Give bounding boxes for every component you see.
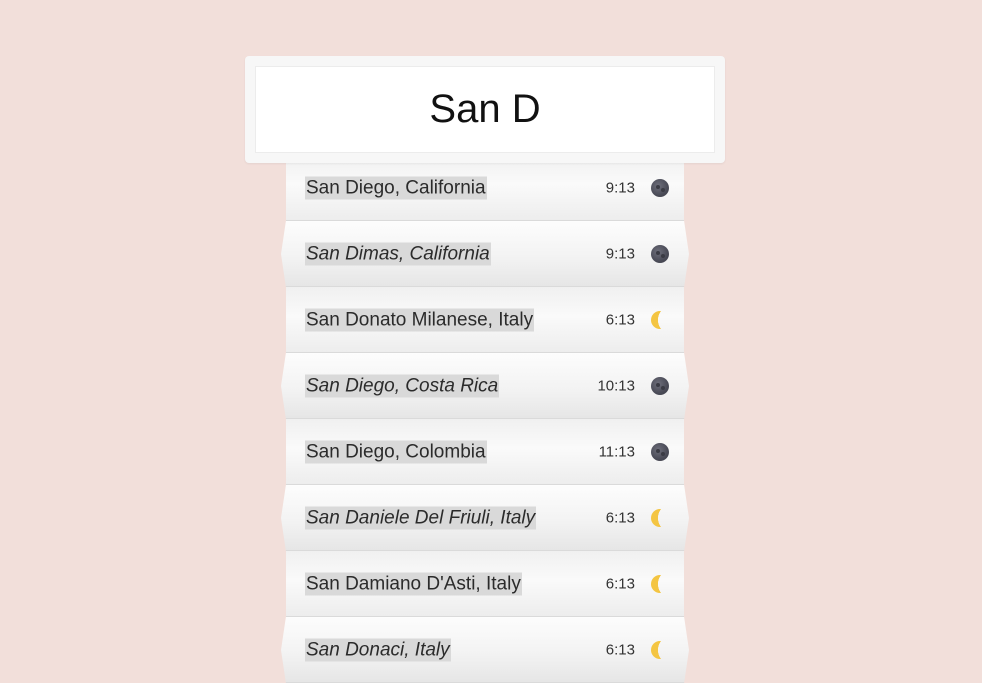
result-city-name: San Dimas, California: [305, 242, 491, 265]
result-local-time: 11:13: [598, 443, 635, 460]
result-row[interactable]: San Donaci, Italy 6:13: [281, 617, 689, 683]
result-city-name: San Donato Milanese, Italy: [305, 308, 535, 331]
result-local-time: 6:13: [605, 575, 635, 592]
result-row[interactable]: San Diego, Costa Rica 10:13: [281, 353, 689, 419]
crescent-moon-icon: [651, 574, 669, 593]
result-row[interactable]: San Donato Milanese, Italy 6:13: [286, 287, 684, 353]
result-city-name: San Damiano D'Asti, Italy: [305, 572, 522, 595]
result-city-name: San Diego, Costa Rica: [305, 374, 500, 397]
result-local-time: 10:13: [597, 377, 635, 394]
result-local-time: 6:13: [605, 641, 635, 658]
result-row[interactable]: San Daniele Del Friuli, Italy 6:13: [281, 485, 689, 551]
result-local-time: 6:13: [605, 509, 635, 526]
result-row[interactable]: San Damiano D'Asti, Italy 6:13: [286, 551, 684, 617]
result-row[interactable]: San Dimas, California 9:13: [281, 221, 689, 287]
result-local-time: 9:13: [605, 245, 635, 262]
city-search-input[interactable]: [255, 66, 715, 153]
new-moon-icon: [651, 442, 669, 461]
crescent-moon-icon: [651, 508, 669, 527]
result-local-time: 9:13: [605, 179, 635, 196]
result-row[interactable]: San Diego, Colombia 11:13: [286, 419, 684, 485]
search-box: [245, 56, 725, 163]
result-local-time: 6:13: [605, 311, 635, 328]
result-city-name: San Daniele Del Friuli, Italy: [305, 506, 537, 529]
new-moon-icon: [651, 178, 669, 197]
crescent-moon-icon: [651, 640, 669, 659]
result-city-name: San Donaci, Italy: [305, 638, 451, 661]
result-city-name: San Diego, Colombia: [305, 440, 487, 463]
new-moon-icon: [651, 376, 669, 395]
result-row[interactable]: San Diego, California 9:13: [286, 155, 684, 221]
new-moon-icon: [651, 244, 669, 263]
result-city-name: San Diego, California: [305, 176, 487, 199]
crescent-moon-icon: [651, 310, 669, 329]
